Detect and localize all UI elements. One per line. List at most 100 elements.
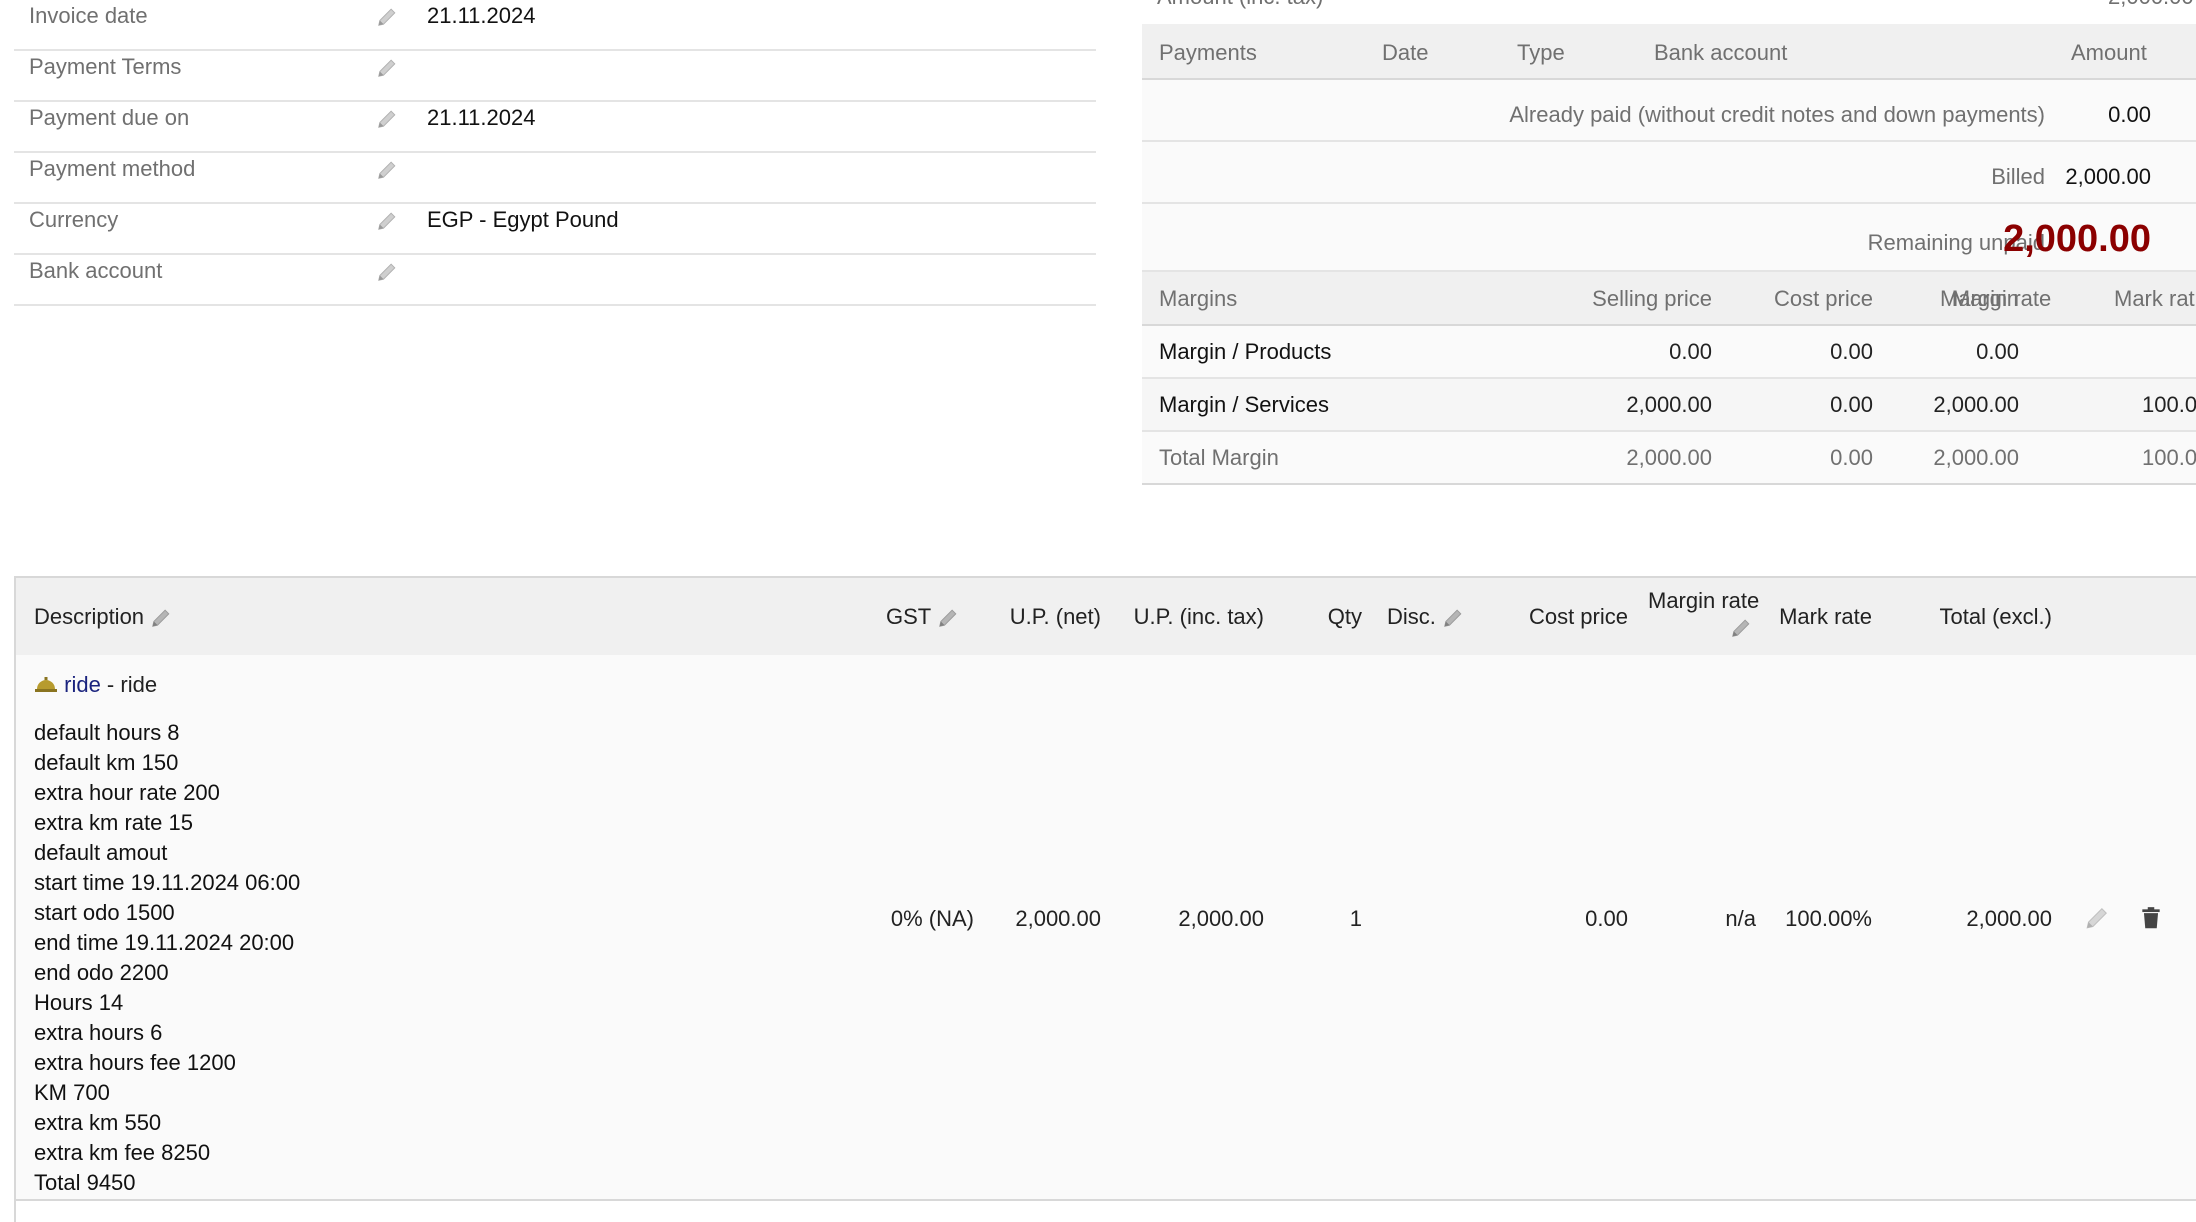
description-line: extra km rate 15 [34, 810, 193, 835]
payments-col-label: Payments [1159, 40, 1257, 65]
description-line: extra hours 6 [34, 1020, 163, 1045]
lines-header: Description GST U.P. (net) U.P. (inc. ta… [16, 578, 2196, 655]
col-disc: Disc. [1387, 604, 1464, 630]
margin-selling-value: 0.00 [1669, 339, 1712, 364]
line-gst[interactable]: 0% (NA) [891, 906, 974, 932]
col-up-net: U.P. (net) [1009, 604, 1101, 629]
product-link[interactable]: ride [64, 672, 101, 697]
margin-selling-value: 2,000.00 [1626, 392, 1712, 417]
already-paid-label: Already paid (without credit notes and d… [1509, 102, 2045, 127]
invoice-lines-table: Description GST U.P. (net) U.P. (inc. ta… [14, 576, 2196, 1222]
margin-row-label: Margin / Products [1159, 339, 1332, 364]
margin-mark-rate-value: 100.00% [2142, 445, 2196, 470]
payments-col-amount: Amount [2071, 40, 2147, 65]
pencil-icon[interactable] [376, 108, 398, 130]
table-row: ride - ride default hours 8 default km 1… [16, 655, 2196, 1201]
amount-inc-value: 2,000.00 [2108, 0, 2194, 10]
description-line: end odo 2200 [34, 960, 169, 985]
margin-row-label: Total Margin [1159, 445, 1279, 470]
line-qty[interactable]: 1 [1350, 906, 1362, 932]
info-value: 21.11.2024 [427, 105, 536, 130]
col-cost-price: Cost price [1528, 604, 1628, 629]
margins-col-selling: Selling price [1592, 286, 1712, 311]
description-line: default km 150 [34, 750, 179, 775]
info-label: Payment due on [29, 105, 190, 130]
payments-col-type: Type [1517, 40, 1565, 65]
margin-cost-value: 0.00 [1830, 392, 1873, 417]
line-margin-rate[interactable]: n/a [1725, 906, 1756, 932]
margin-margin-value: 2,000.00 [1933, 445, 2019, 470]
info-value: EGP - Egypt Pound [427, 207, 619, 232]
info-label: Bank account [29, 258, 163, 283]
description-line: extra km 550 [34, 1110, 162, 1135]
billed-label: Billed [1991, 164, 2045, 189]
payments-col-date: Date [1382, 40, 1429, 65]
product-label: - ride [100, 672, 158, 697]
margins-col-mark-rate: Mark rat [2114, 286, 2195, 311]
pencil-icon[interactable] [1442, 607, 1464, 629]
description-line: extra km fee 8250 [34, 1140, 211, 1165]
margins-header: Margins Selling price Cost price Margin … [1142, 272, 2196, 326]
margin-cost-value: 0.00 [1830, 445, 1873, 470]
margin-margin-value: 0.00 [1976, 339, 2019, 364]
pencil-icon[interactable] [376, 6, 398, 28]
info-label: Payment method [29, 156, 196, 181]
info-row-bank-account: Bank account [14, 255, 1096, 306]
margin-row-services: Margin / Services 2,000.00 0.00 2,000.00… [1142, 379, 2196, 432]
info-row-payment-terms: Payment Terms [14, 51, 1096, 102]
payments-header: Payments Date Type Bank account Amount [1142, 24, 2196, 80]
info-label: Currency [29, 207, 119, 232]
col-mark-rate: Mark rate [1779, 604, 1872, 629]
col-margin-rate-label: Margin rate [1648, 588, 1760, 613]
info-row-payment-method: Payment method [14, 153, 1096, 204]
edit-line-pencil-icon[interactable] [2084, 905, 2110, 931]
col-qty: Qty [1327, 604, 1362, 629]
margin-row-products: Margin / Products 0.00 0.00 0.00 [1142, 326, 2196, 379]
line-up-net[interactable]: 2,000.00 [1015, 906, 1101, 932]
margins-col-cost: Cost price [1773, 286, 1873, 311]
pencil-icon[interactable] [376, 210, 398, 232]
col-gst-label: GST [886, 604, 931, 629]
margin-margin-value: 2,000.00 [1933, 392, 2019, 417]
col-description: Description [34, 604, 172, 630]
trash-icon[interactable] [2138, 905, 2164, 931]
pencil-icon[interactable] [150, 607, 172, 629]
info-value: 21.11.2024 [427, 3, 536, 28]
payments-col-bank: Bank account [1654, 40, 1788, 65]
already-paid-row: Already paid (without credit notes and d… [1142, 80, 2196, 142]
line-description: default hours 8 default km 150 extra hou… [34, 718, 300, 1198]
margin-mark-rate-value: 100.00% [2142, 392, 2196, 417]
amount-inc-label: Amount (inc. tax) [1157, 0, 1323, 10]
pencil-icon[interactable] [376, 261, 398, 283]
description-line: Hours 14 [34, 990, 124, 1015]
description-line: default amout [34, 840, 168, 865]
margin-row-label: Margin / Services [1159, 392, 1329, 417]
already-paid-value: 0.00 [2108, 102, 2151, 127]
billed-row: Billed 2,000.00 [1142, 142, 2196, 204]
description-line: end time 19.11.2024 20:00 [34, 930, 295, 955]
pencil-icon[interactable] [376, 159, 398, 181]
amount-inc-tax-row: Amount (inc. tax) 2,000.00 [1142, 0, 2196, 26]
col-gst: GST [886, 604, 959, 630]
remaining-unpaid-value: 2,000.00 [2003, 218, 2151, 260]
margin-selling-value: 2,000.00 [1626, 445, 1712, 470]
info-label: Payment Terms [29, 54, 182, 79]
description-line: start odo 1500 [34, 900, 175, 925]
pencil-icon[interactable] [376, 57, 398, 79]
description-line: start time 19.11.2024 06:00 [34, 870, 301, 895]
pencil-icon[interactable] [937, 607, 959, 629]
margins-col-label: Margins [1159, 286, 1238, 311]
line-total-excl: 2,000.00 [1966, 906, 2052, 931]
margins-col-margin-rate: Margin rate [1940, 286, 2052, 311]
col-up-inc: U.P. (inc. tax) [1133, 604, 1264, 629]
description-line: default hours 8 [34, 720, 180, 745]
margin-row-total: Total Margin 2,000.00 0.00 2,000.00 100.… [1142, 432, 2196, 485]
description-line: KM 700 [34, 1080, 110, 1105]
line-cost-price: 0.00 [1585, 906, 1628, 931]
line-up-inc[interactable]: 2,000.00 [1178, 906, 1264, 932]
description-line: extra hour rate 200 [34, 780, 220, 805]
invoice-info-table: Invoice date 21.11.2024 Payment Terms Pa… [14, 0, 1096, 306]
info-row-payment-due: Payment due on 21.11.2024 [14, 102, 1096, 153]
pencil-icon[interactable] [1730, 617, 1752, 639]
line-mark-rate: 100.00% [1785, 906, 1872, 931]
